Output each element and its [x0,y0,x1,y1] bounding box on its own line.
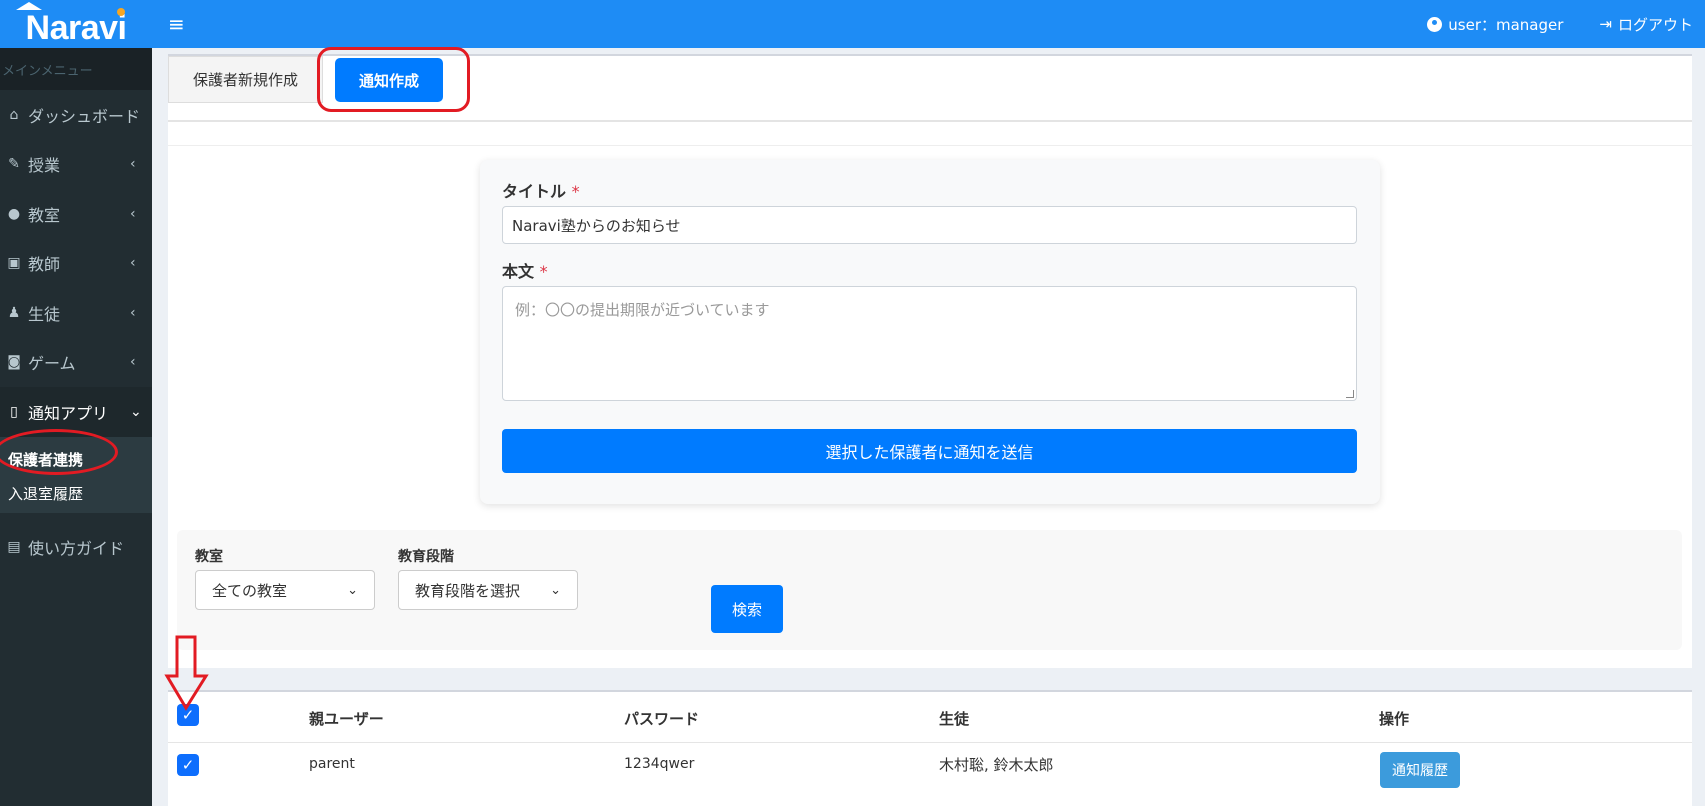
stage-filter: 教育段階 教育段階を選択 ⌄ [398,546,578,610]
cell-password: 1234qwer [624,756,695,772]
main-panel: 保護者新規作成 通知作成 タイトル * Naravi塾からのお知らせ 本文 * … [168,54,1692,668]
tab-parent-create[interactable]: 保護者新規作成 [168,56,324,103]
classroom-select[interactable]: 全ての教室 ⌄ [195,570,375,610]
sidebar-item-label: ダッシュボード [28,106,141,126]
notification-history-button[interactable]: 通知履歴 [1380,752,1460,788]
sidebar-item-dashboard[interactable]: ⌂ ダッシュボード [0,90,152,140]
annotation-rect [317,47,470,112]
chevron-left-icon: ‹ [130,304,136,321]
app-logo[interactable]: Naravi [0,0,152,48]
notification-form: タイトル * Naravi塾からのお知らせ 本文 * 例：〇〇の提出期限が近づい… [480,160,1380,504]
chevron-down-icon: ⌄ [347,582,358,598]
header-student: 生徒 [939,710,970,728]
header-password: パスワード [624,710,700,728]
sidebar-item-notification-app[interactable]: ▯ 通知アプリ ⌄ [0,387,152,437]
required-mark: * [539,262,548,281]
child-icon: ♟ [7,304,21,321]
user-menu[interactable]: user：manager [1427,14,1563,35]
classroom-filter: 教室 全ての教室 ⌄ [195,546,375,610]
title-input[interactable]: Naravi塾からのお知らせ [502,206,1357,244]
chevron-left-icon: ‹ [130,354,136,371]
sidebar-item-label: 授業 [28,156,61,176]
sidebar-item-lessons[interactable]: ✎ 授業 ‹ [0,140,152,190]
required-mark: * [571,182,580,201]
edit-icon: ✎ [8,156,20,173]
sidebar-item-label: 使い方ガイド [28,539,125,559]
cell-user: parent [309,756,355,772]
body-textarea[interactable]: 例：〇〇の提出期限が近づいています [502,286,1357,401]
body-label: 本文 * [502,262,548,281]
header-user: 親ユーザー [309,710,384,728]
chevron-left-icon: ‹ [130,255,136,272]
id-card-icon: ▣ [7,255,21,272]
chevron-down-icon: ⌄ [550,582,561,598]
chevron-left-icon: ‹ [130,156,136,173]
hamburger-icon[interactable]: ≡ [168,12,185,36]
sidebar-item-student[interactable]: ♟ 生徒 ‹ [0,288,152,338]
parent-table: ✓ 親ユーザー パスワード 生徒 操作 ✓ parent 1234qwer 木村… [168,690,1692,806]
home-icon: ⌂ [9,106,19,123]
book-icon: ▤ [7,539,21,556]
title-label: タイトル * [502,182,580,201]
sign-out-icon: ⇥ [1599,15,1612,33]
sidebar-item-label: 教室 [28,205,61,225]
gamepad-icon: ◙ [7,354,21,371]
mobile-icon: ▯ [10,403,18,420]
search-button[interactable]: 検索 [711,585,783,633]
users-icon: ● [7,205,21,222]
body-placeholder: 例：〇〇の提出期限が近づいています [515,301,770,319]
annotation-down-arrow [164,635,209,711]
logout-link[interactable]: ⇥ ログアウト [1599,14,1693,35]
sidebar-subitem-entry-history[interactable]: 入退室履歴 [0,477,152,511]
sidebar-item-label: 教師 [28,255,61,275]
sidebar-item-classroom[interactable]: ● 教室 ‹ [0,189,152,239]
topbar: ≡ user：manager ⇥ ログアウト [152,0,1705,48]
logo-dot [117,8,125,16]
user-label: user：manager [1448,15,1564,34]
classroom-label: 教室 [195,549,223,565]
sidebar-item-label: ゲーム [28,354,76,374]
sidebar-item-label: 通知アプリ [28,403,109,423]
sidebar: Naravi メインメニュー ⌂ ダッシュボード ✎ 授業 ‹ ● 教室 ‹ ▣… [0,0,152,806]
stage-select[interactable]: 教育段階を選択 ⌄ [398,570,578,610]
sidebar-item-teacher[interactable]: ▣ 教師 ‹ [0,239,152,289]
resize-handle-icon[interactable] [1346,390,1354,398]
logo-text: Naravi [25,8,127,47]
send-notification-button[interactable]: 選択した保護者に通知を送信 [502,429,1357,473]
header-action: 操作 [1379,710,1410,728]
logout-label: ログアウト [1617,15,1693,34]
row-checkbox[interactable]: ✓ [177,754,199,776]
sidebar-item-game[interactable]: ◙ ゲーム ‹ [0,338,152,388]
stage-label: 教育段階 [398,549,454,565]
sidebar-item-label: 生徒 [28,304,61,324]
divider [168,122,1692,146]
menu-header: メインメニュー [0,48,152,90]
cell-student: 木村聡, 鈴木太郎 [939,756,1054,774]
chevron-down-icon: ⌄ [130,403,142,420]
user-circle-icon [1427,16,1443,32]
row-divider [168,742,1692,743]
sidebar-item-guide[interactable]: ▤ 使い方ガイド [0,523,152,573]
filter-box: 教室 全ての教室 ⌄ 教育段階 教育段階を選択 ⌄ 検索 [177,530,1682,650]
chevron-left-icon: ‹ [130,205,136,222]
